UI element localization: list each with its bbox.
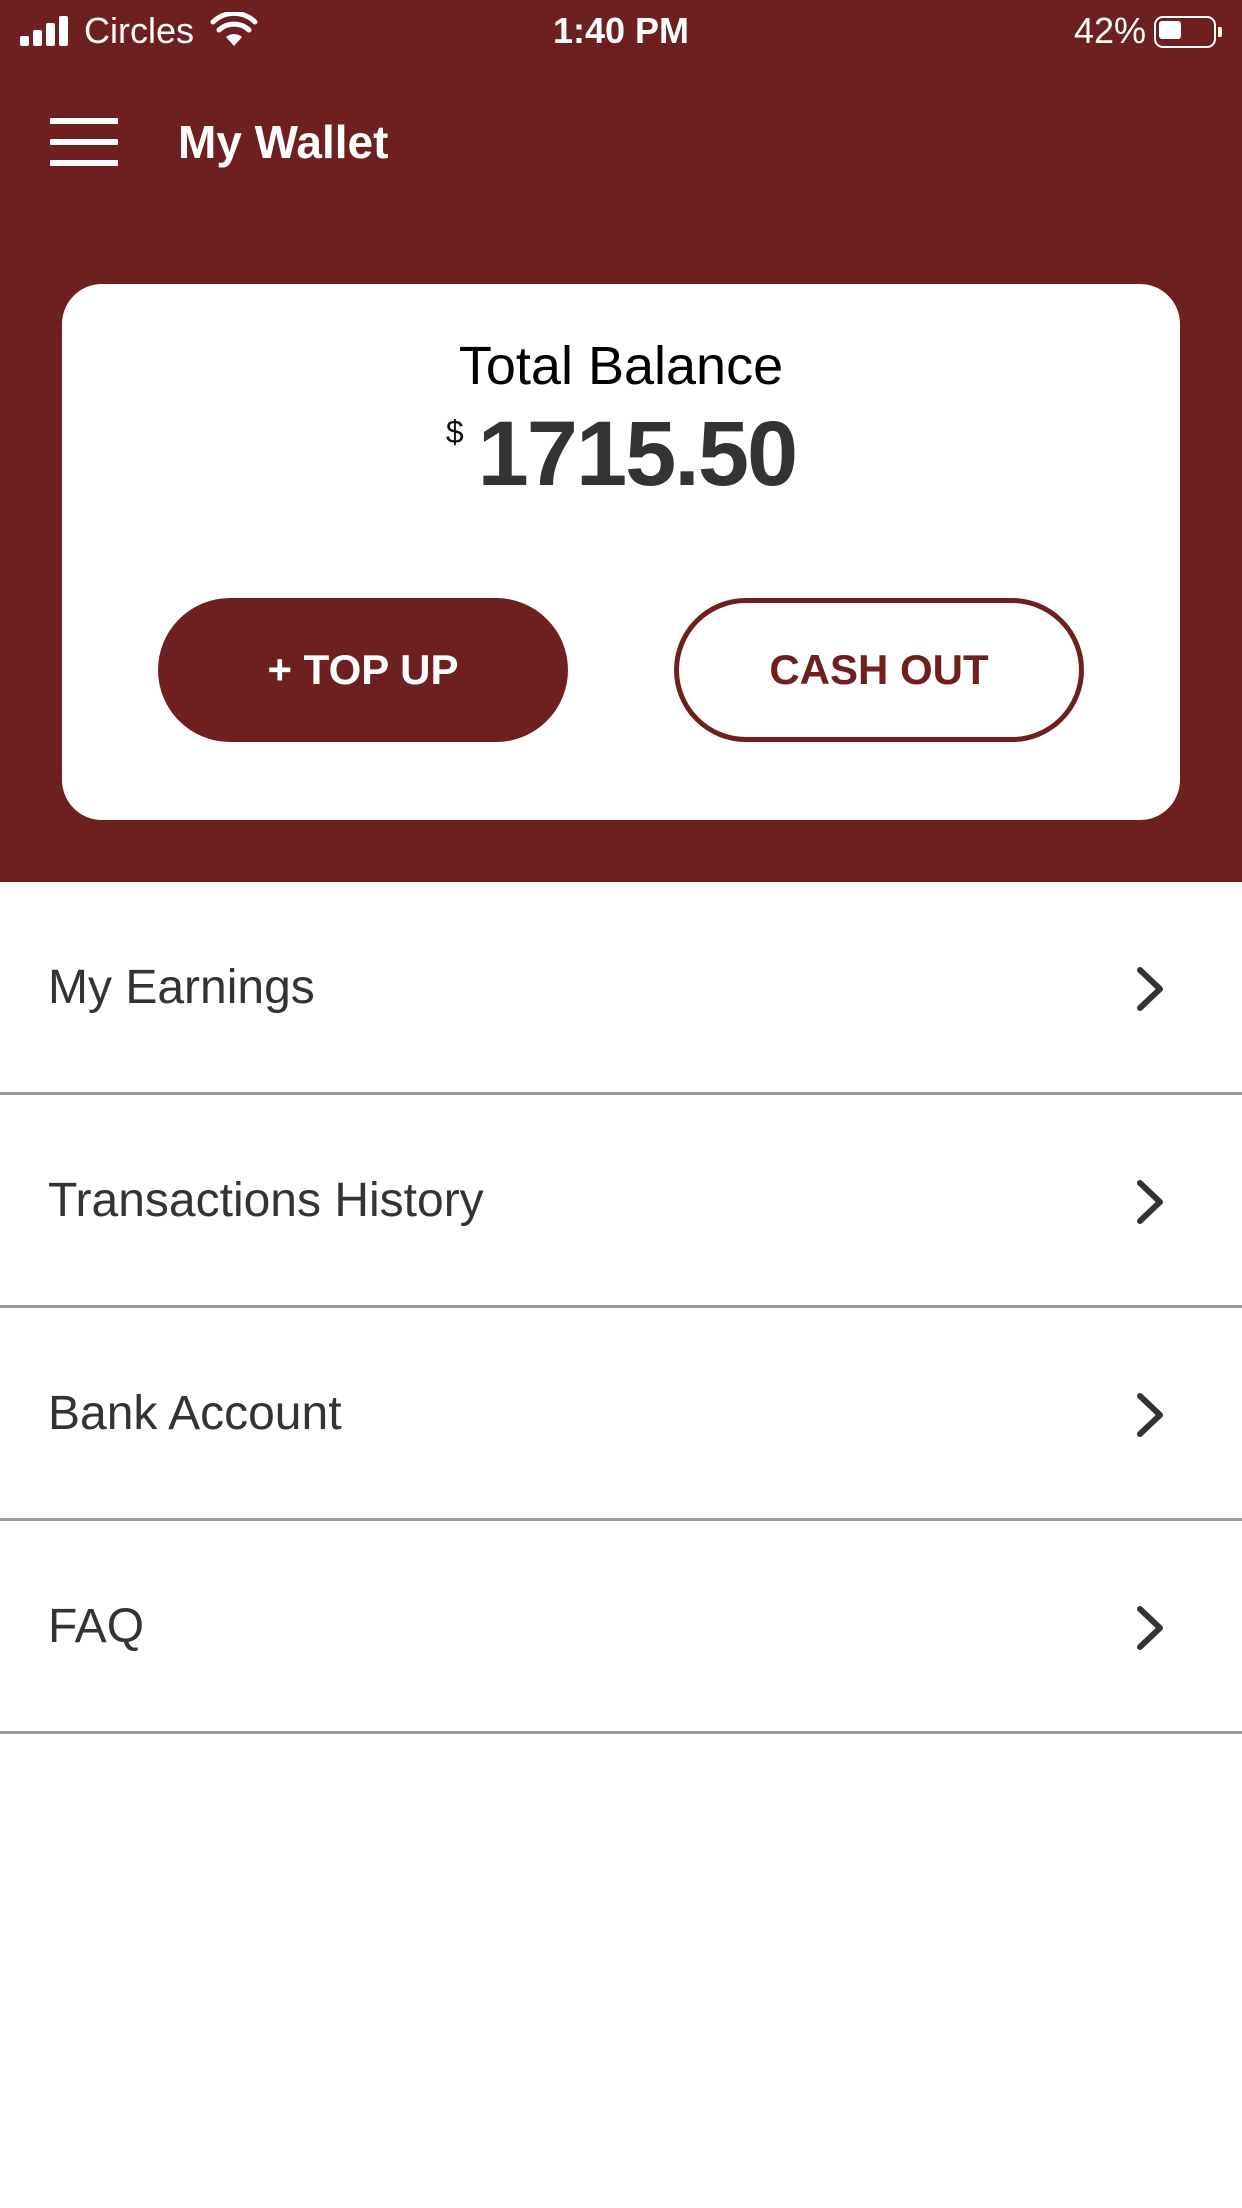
wallet-screen: Circles 1:40 PM 42% My Wallet Total Bala… bbox=[0, 0, 1242, 2208]
balance-amount: 1715.50 bbox=[477, 403, 799, 505]
chevron-right-icon bbox=[1137, 967, 1163, 1011]
list-item-label: My Earnings bbox=[48, 961, 315, 1014]
currency-symbol: $ bbox=[445, 414, 464, 450]
chevron-right-icon bbox=[1137, 1393, 1163, 1437]
cash-out-button[interactable]: CASH OUT bbox=[674, 598, 1084, 742]
page-title: My Wallet bbox=[178, 116, 389, 168]
battery-level-fill bbox=[1159, 21, 1181, 39]
balance-card: Total Balance $1715.50 + TOP UP CASH OUT bbox=[62, 284, 1180, 820]
list-item-transactions-history[interactable]: Transactions History bbox=[0, 1095, 1242, 1308]
chevron-right-icon bbox=[1137, 1180, 1163, 1224]
list-item-bank-account[interactable]: Bank Account bbox=[0, 1308, 1242, 1521]
list-item-my-earnings[interactable]: My Earnings bbox=[0, 882, 1242, 1095]
header-background: Circles 1:40 PM 42% My Wallet Total Bala… bbox=[0, 0, 1242, 882]
total-balance-label: Total Balance bbox=[458, 336, 784, 396]
list-item-label: Transactions History bbox=[48, 1174, 484, 1227]
list-item-faq[interactable]: FAQ bbox=[0, 1521, 1242, 1734]
battery-icon bbox=[1154, 16, 1222, 48]
balance-amount-row: $1715.50 bbox=[62, 404, 1180, 504]
hamburger-menu-icon[interactable] bbox=[50, 118, 118, 166]
battery-percent: 42% bbox=[1073, 10, 1146, 51]
chevron-right-icon bbox=[1137, 1606, 1163, 1650]
top-up-button[interactable]: + TOP UP bbox=[158, 598, 568, 742]
status-bar: Circles 1:40 PM 42% bbox=[0, 0, 1242, 62]
status-time: 1:40 PM bbox=[552, 10, 690, 51]
wallet-menu-list: My Earnings Transactions History Bank Ac… bbox=[0, 882, 1242, 1734]
list-item-label: Bank Account bbox=[48, 1387, 342, 1440]
list-item-label: FAQ bbox=[48, 1600, 145, 1653]
